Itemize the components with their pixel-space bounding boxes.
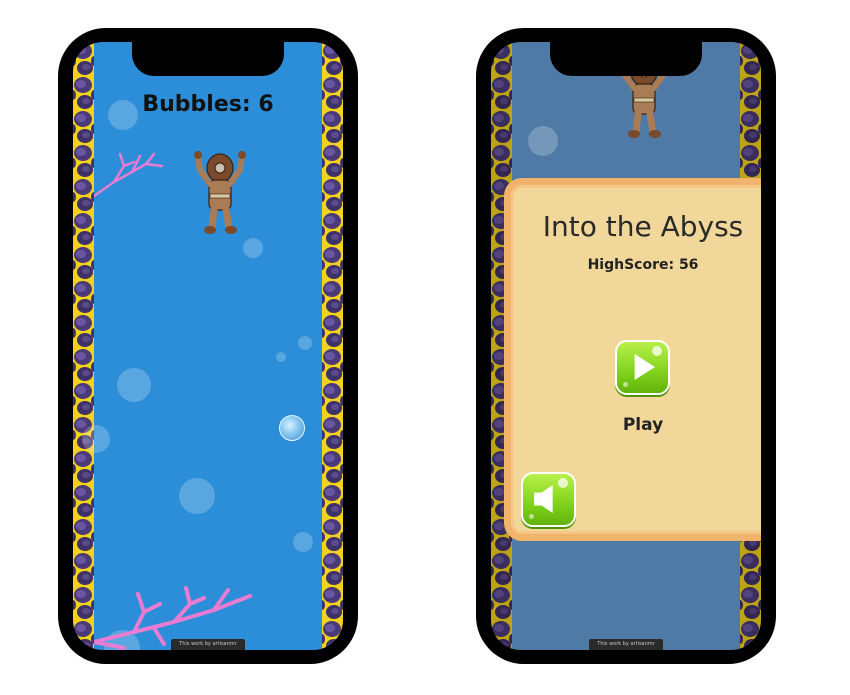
phone-frame-menu: Into the Abyss HighScore: 56 Play This w… bbox=[476, 28, 776, 664]
collectible-bubble[interactable] bbox=[279, 415, 305, 441]
phone-notch bbox=[550, 42, 702, 76]
background-bubble bbox=[276, 352, 286, 362]
diver-character bbox=[190, 148, 252, 238]
rock-wall-left bbox=[73, 42, 94, 650]
play-icon bbox=[634, 354, 656, 381]
menu-screen: Into the Abyss HighScore: 56 Play This w… bbox=[491, 42, 761, 650]
phone-frame-gameplay: Bubbles: 6 This work by artisanmr bbox=[58, 28, 358, 664]
background-bubble bbox=[243, 238, 263, 258]
play-button[interactable] bbox=[615, 340, 670, 395]
background-bubble bbox=[298, 336, 312, 350]
background-bubble bbox=[179, 478, 215, 514]
gameplay-screen[interactable]: Bubbles: 6 This work by artisanmr bbox=[73, 42, 343, 650]
background-bubble bbox=[117, 368, 151, 402]
game-title: Into the Abyss bbox=[542, 210, 744, 243]
phone-notch bbox=[132, 42, 284, 76]
main-menu-panel: Into the Abyss HighScore: 56 Play bbox=[504, 178, 761, 541]
coral-branch-top bbox=[94, 152, 164, 198]
highscore-label: HighScore: 56 bbox=[587, 257, 699, 273]
attribution-watermark: This work by artisanmr bbox=[589, 639, 663, 650]
speaker-icon bbox=[534, 485, 553, 513]
background-bubble bbox=[293, 532, 313, 552]
play-label: Play bbox=[622, 415, 664, 435]
water-background bbox=[82, 42, 322, 650]
attribution-watermark: This work by artisanmr bbox=[171, 639, 245, 650]
sound-toggle-button[interactable] bbox=[521, 472, 576, 527]
bubbles-score: Bubbles: 6 bbox=[142, 92, 274, 117]
background-bubble bbox=[82, 425, 110, 453]
background-bubble bbox=[528, 126, 558, 156]
rock-wall-right bbox=[322, 42, 343, 650]
